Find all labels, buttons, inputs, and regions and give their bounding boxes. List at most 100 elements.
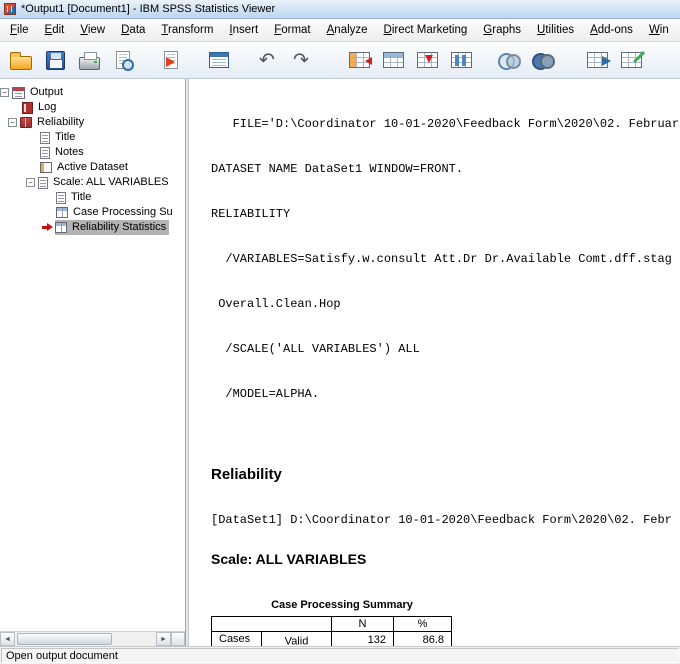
table-icon (55, 222, 67, 233)
tree-item-reliability[interactable]: − Reliability (0, 115, 185, 130)
menu-file[interactable]: File (2, 21, 37, 39)
select-cases-button[interactable] (492, 45, 526, 76)
tree-item-label: Title (55, 131, 76, 143)
open-button[interactable] (4, 45, 38, 76)
output-content-pane: FILE='D:\Coordinator 10-01-2020\Feedback… (189, 79, 680, 646)
tree-item-case-processing-summary[interactable]: Case Processing Su (0, 205, 185, 220)
tree-item-title-2[interactable]: Title (0, 190, 185, 205)
tree-horizontal-scrollbar: ◄ ► (0, 631, 185, 646)
redo-button[interactable]: ↷ (284, 45, 318, 76)
column-header-n: N (331, 616, 394, 632)
goto-variable-button[interactable] (376, 45, 410, 76)
scale-heading: Scale: ALL VARIABLES (211, 551, 367, 567)
scroll-right-arrow[interactable]: ► (156, 632, 171, 646)
undo-button[interactable]: ↶ (250, 45, 284, 76)
main-area: − Output Log − Reliability Title Notes A… (0, 79, 680, 646)
window-title: *Output1 [Document1] - IBM SPSS Statisti… (21, 3, 276, 15)
tree-item-scale[interactable]: − Scale: ALL VARIABLES (0, 175, 185, 190)
print-button[interactable] (72, 45, 106, 76)
menu-add-ons[interactable]: Add-ons (582, 21, 641, 39)
print-icon (78, 51, 100, 70)
goto-case-button[interactable] (342, 45, 376, 76)
menu-view[interactable]: View (72, 21, 113, 39)
split-file-icon (531, 52, 555, 70)
collapse-toggle-icon[interactable]: − (26, 178, 35, 187)
toolbar: ↶ ↷ (0, 42, 680, 79)
stub-header-cell (211, 616, 332, 632)
goto-case-icon (348, 52, 372, 68)
scroll-left-arrow[interactable]: ◄ (0, 632, 15, 646)
tree-item-label: Reliability Statistics (72, 221, 167, 233)
split-file-button[interactable] (526, 45, 560, 76)
selected-highlight: Reliability Statistics (55, 220, 170, 235)
row-label: Valid (261, 631, 332, 646)
app-icon (4, 3, 16, 15)
print-preview-button[interactable] (106, 45, 140, 76)
scroll-track[interactable] (15, 632, 156, 646)
recall-dialogs-button[interactable] (202, 45, 236, 76)
tree-item-title[interactable]: Title (0, 130, 185, 145)
tree-item-label: Active Dataset (57, 161, 128, 173)
menu-transform[interactable]: Transform (153, 21, 221, 39)
title-page-icon (40, 131, 50, 144)
log-line: Overall.Clean.Hop (211, 297, 341, 311)
export-button[interactable] (154, 45, 188, 76)
weight-cases-button[interactable] (580, 45, 614, 76)
find-icon (450, 52, 472, 68)
tree-item-reliability-statistics[interactable]: Reliability Statistics (0, 220, 185, 235)
collapse-toggle-icon[interactable]: − (8, 118, 17, 127)
find-button[interactable] (444, 45, 478, 76)
goto-variable-icon (382, 52, 404, 68)
tree-item-log[interactable]: Log (0, 100, 185, 115)
row-group-label: Cases (211, 631, 262, 646)
case-processing-summary-table[interactable]: N % Cases Valid 132 86.8 Excludeda 20 13… (211, 616, 452, 646)
tree-item-label: Log (38, 101, 57, 113)
menu-data[interactable]: Data (113, 21, 153, 39)
title-bar: *Output1 [Document1] - IBM SPSS Statisti… (0, 0, 680, 19)
dataset-icon (40, 162, 52, 173)
menu-insert[interactable]: Insert (221, 21, 266, 39)
menu-bar: File Edit View Data Transform Insert For… (0, 19, 680, 42)
procedure-icon (20, 117, 32, 128)
menu-graphs[interactable]: Graphs (475, 21, 529, 39)
menu-utilities[interactable]: Utilities (529, 21, 582, 39)
menu-analyze[interactable]: Analyze (319, 21, 376, 39)
open-icon (10, 51, 32, 70)
collapse-toggle-icon[interactable]: − (0, 88, 9, 97)
pane-resize-grip[interactable] (171, 632, 185, 646)
tree-item-label: Scale: ALL VARIABLES (53, 176, 169, 188)
print-preview-icon (116, 51, 134, 71)
log-line: FILE='D:\Coordinator 10-01-2020\Feedback… (211, 117, 680, 131)
scale-page-icon (38, 176, 48, 189)
status-bar: Open output document (0, 646, 680, 664)
menu-edit[interactable]: Edit (37, 21, 73, 39)
scroll-thumb[interactable] (17, 633, 112, 645)
use-sets-button[interactable] (614, 45, 648, 76)
column-header-pct: % (393, 616, 452, 632)
current-item-arrow-icon (42, 223, 53, 232)
tree-item-label: Case Processing Su (73, 206, 173, 218)
table-header-row: N % (211, 616, 452, 632)
log-icon (22, 101, 33, 114)
log-line: /VARIABLES=Satisfy.w.consult Att.Dr Dr.A… (211, 252, 672, 266)
status-message: Open output document (1, 648, 679, 663)
recall-dialogs-icon (209, 52, 229, 68)
menu-window[interactable]: Win (641, 21, 677, 39)
table-row: Cases Valid 132 86.8 (211, 631, 452, 646)
log-output[interactable]: FILE='D:\Coordinator 10-01-2020\Feedback… (211, 87, 680, 432)
save-button[interactable] (38, 45, 72, 76)
menu-format[interactable]: Format (266, 21, 318, 39)
variables-button[interactable] (410, 45, 444, 76)
tree-item-notes[interactable]: Notes (0, 145, 185, 160)
cell-pct: 86.8 (393, 631, 452, 646)
menu-direct-marketing[interactable]: Direct Marketing (376, 21, 476, 39)
tree-item-active-dataset[interactable]: Active Dataset (0, 160, 185, 175)
cell-n: 132 (331, 631, 394, 646)
tree-item-output[interactable]: − Output (0, 85, 185, 100)
notes-page-icon (40, 146, 50, 159)
output-document-icon (12, 86, 25, 99)
use-sets-icon (620, 52, 642, 68)
case-processing-summary-output[interactable]: Case Processing Summary N % Cases Valid … (211, 599, 473, 646)
case-processing-summary-title: Case Processing Summary (271, 599, 413, 611)
table-icon (56, 207, 68, 218)
